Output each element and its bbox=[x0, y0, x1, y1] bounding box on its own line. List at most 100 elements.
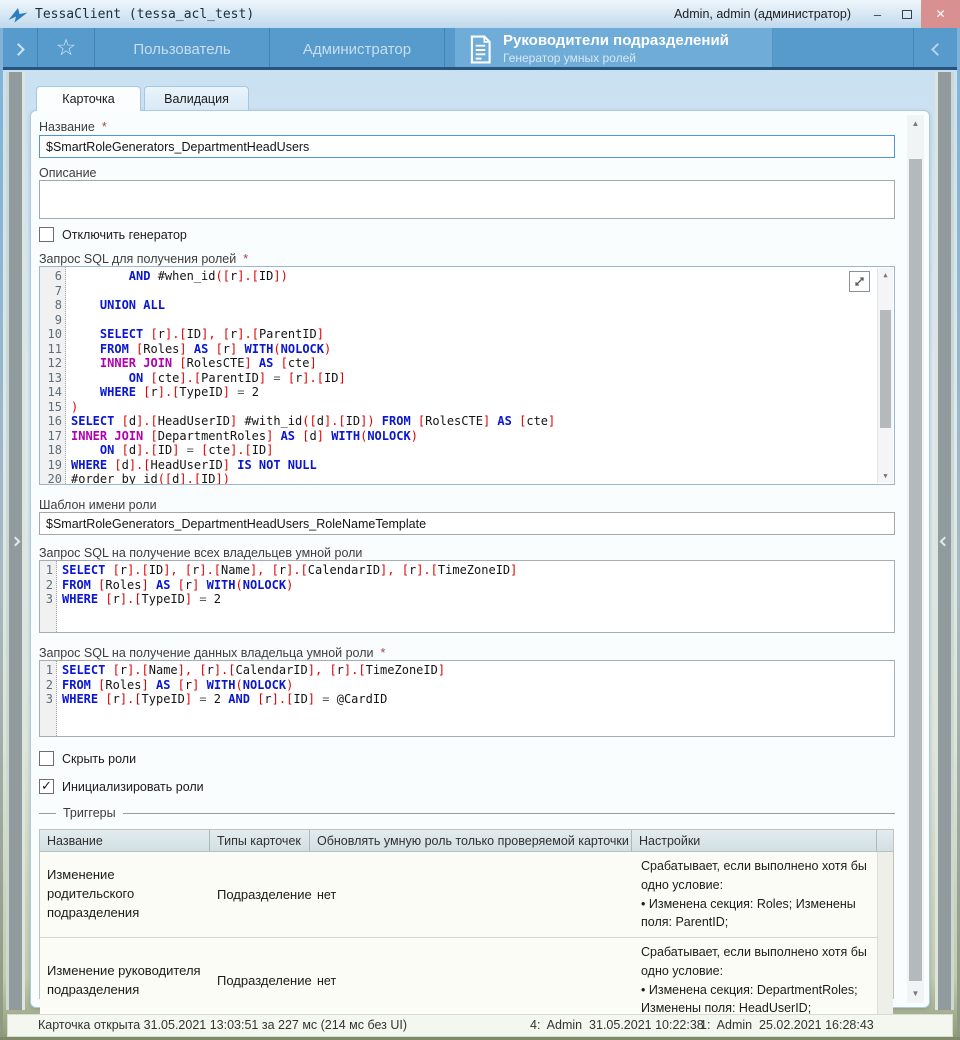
init-roles-row[interactable]: ✓ Инициализировать роли bbox=[39, 779, 204, 794]
role-name-template-label: Шаблон имени роли bbox=[39, 498, 157, 512]
name-input[interactable] bbox=[39, 135, 895, 158]
scroll-up-icon[interactable]: ▲ bbox=[907, 117, 924, 131]
title-bar: TessaClient (tessa_acl_test) Admin, admi… bbox=[0, 0, 960, 28]
groupbox-line bbox=[123, 813, 895, 814]
disable-generator-checkbox[interactable]: ✓ bbox=[39, 227, 54, 242]
table-scrollbar[interactable]: ▼ bbox=[877, 852, 893, 1023]
scroll-down-icon[interactable]: ▼ bbox=[878, 470, 893, 482]
tab-card[interactable]: Карточка bbox=[36, 86, 141, 111]
navigation-bar: ☆ Пользователь Администратор Руководител… bbox=[0, 28, 960, 70]
chevron-left-icon bbox=[940, 536, 950, 546]
name-label: Название* bbox=[39, 120, 107, 134]
triggers-groupbox-header: Триггеры bbox=[39, 806, 895, 820]
close-button[interactable]: ✕ bbox=[921, 0, 960, 28]
scroll-up-icon[interactable]: ▲ bbox=[878, 269, 893, 281]
card-panel: Название* Описание ✓ Отключить генератор… bbox=[30, 110, 930, 1008]
triggers-group-label: Триггеры bbox=[63, 806, 116, 820]
navbar-filler bbox=[773, 28, 914, 70]
editor-scrollbar[interactable]: ▲ ▼ bbox=[877, 268, 893, 483]
maximize-button[interactable] bbox=[892, 0, 921, 28]
line-number-gutter: 67891011121314151617181920 bbox=[40, 267, 66, 484]
check-icon: ✓ bbox=[41, 778, 52, 794]
status-bar: Карточка открыта 31.05.2021 13:03:51 за … bbox=[7, 1014, 953, 1037]
nav-active-title: Руководители подразделений bbox=[503, 32, 729, 51]
minimize-button[interactable]: – bbox=[863, 0, 892, 28]
trigger-card-types-cell: Подразделение bbox=[210, 938, 310, 1023]
page-scrollbar[interactable]: ▲ ▼ bbox=[907, 115, 924, 1003]
status-card-opened: Карточка открыта 31.05.2021 13:03:51 за … bbox=[38, 1018, 407, 1032]
line-number-gutter: 123 bbox=[40, 561, 57, 632]
current-user-info[interactable]: Admin, admin (администратор) bbox=[674, 7, 851, 21]
chevron-right-icon bbox=[11, 536, 21, 546]
page-scrollbar-thumb[interactable] bbox=[909, 159, 922, 981]
nav-tab-admin[interactable]: Администратор bbox=[270, 28, 445, 70]
nav-forward-button[interactable] bbox=[914, 28, 960, 70]
column-header-card-types[interactable]: Типы карточек bbox=[210, 830, 310, 851]
window-frame-left bbox=[0, 28, 3, 1040]
trigger-update-only-cell: нет bbox=[310, 852, 632, 937]
init-roles-checkbox[interactable]: ✓ bbox=[39, 779, 54, 794]
nav-tab-active[interactable]: Руководители подразделений Генератор умн… bbox=[455, 28, 773, 70]
owner-data-sql-label: Запрос SQL на получение данных владельца… bbox=[39, 646, 385, 660]
triggers-table-body: Изменение родительского подразделения По… bbox=[40, 852, 877, 1023]
trigger-name-cell: Изменение руководителя подразделения bbox=[40, 938, 210, 1023]
sql-code-area[interactable]: SELECT [r].[ID], [r].[Name], [r].[Calend… bbox=[57, 561, 894, 632]
sql-code-area[interactable]: SELECT [r].[Name], [r].[CalendarID], [r]… bbox=[57, 661, 894, 736]
editor-scrollbar-thumb[interactable] bbox=[880, 310, 891, 428]
column-header-name[interactable]: Название bbox=[40, 830, 210, 851]
scroll-down-icon[interactable]: ▼ bbox=[907, 987, 924, 1001]
document-icon bbox=[469, 35, 492, 64]
trigger-name-cell: Изменение родительского подразделения bbox=[40, 852, 210, 937]
nav-tab-user[interactable]: Пользователь bbox=[95, 28, 270, 70]
description-textarea[interactable] bbox=[39, 180, 895, 219]
roles-sql-label: Запрос SQL для получения ролей* bbox=[39, 252, 248, 266]
chevron-right-icon bbox=[12, 43, 25, 56]
app-window: TessaClient (tessa_acl_test) Admin, admi… bbox=[0, 0, 960, 1040]
hide-roles-row[interactable]: ✓ Скрыть роли bbox=[39, 751, 136, 766]
right-panel-toggle[interactable] bbox=[935, 72, 954, 1010]
triggers-table-header: Название Типы карточек Обновлять умную р… bbox=[40, 830, 893, 852]
sql-code-area[interactable]: AND #when_id([r].[ID]) UNION ALL SELECT … bbox=[66, 267, 894, 484]
line-number-gutter: 123 bbox=[40, 661, 57, 736]
trigger-settings-cell: Срабатывает, если выполнено хотя бы одно… bbox=[632, 938, 877, 1023]
tab-validation[interactable]: Валидация bbox=[144, 86, 249, 110]
owners-sql-editor[interactable]: 123 SELECT [r].[ID], [r].[Name], [r].[Ca… bbox=[39, 560, 895, 633]
nav-back-button[interactable] bbox=[0, 28, 38, 70]
groupbox-line bbox=[39, 813, 56, 814]
triggers-table: Название Типы карточек Обновлять умную р… bbox=[39, 829, 894, 999]
column-header-spacer bbox=[877, 830, 893, 851]
triggers-table-body-wrap: Изменение родительского подразделения По… bbox=[40, 852, 893, 1023]
required-mark: * bbox=[243, 252, 248, 266]
nav-active-subtitle: Генератор умных ролей bbox=[503, 51, 729, 66]
left-panel-toggle[interactable] bbox=[6, 72, 25, 1010]
trigger-card-types-cell: Подразделение bbox=[210, 852, 310, 937]
nav-active-text: Руководители подразделений Генератор умн… bbox=[503, 32, 729, 66]
disable-generator-row[interactable]: ✓ Отключить генератор bbox=[39, 227, 187, 242]
hide-roles-checkbox[interactable]: ✓ bbox=[39, 751, 54, 766]
favorites-button[interactable]: ☆ bbox=[38, 28, 95, 70]
status-modified: 4: Admin 31.05.2021 10:22:38 bbox=[530, 1018, 704, 1032]
chevron-left-icon bbox=[931, 43, 944, 56]
hide-roles-label: Скрыть роли bbox=[62, 752, 136, 766]
disable-generator-label: Отключить генератор bbox=[62, 228, 187, 242]
roles-sql-editor[interactable]: 67891011121314151617181920 AND #when_id(… bbox=[39, 266, 895, 485]
column-header-settings[interactable]: Настройки bbox=[632, 830, 877, 851]
trigger-update-only-cell: нет bbox=[310, 938, 632, 1023]
table-row[interactable]: Изменение руководителя подразделения Под… bbox=[40, 938, 877, 1023]
role-name-template-input[interactable] bbox=[39, 512, 895, 535]
init-roles-label: Инициализировать роли bbox=[62, 780, 204, 794]
maximize-icon bbox=[902, 10, 912, 19]
tessa-logo-icon bbox=[8, 6, 28, 24]
column-header-update-only[interactable]: Обновлять умную роль только проверяемой … bbox=[310, 830, 632, 851]
description-label: Описание bbox=[39, 166, 97, 180]
owner-data-sql-editor[interactable]: 123 SELECT [r].[Name], [r].[CalendarID],… bbox=[39, 660, 895, 737]
card-tabstrip: Карточка Валидация bbox=[36, 86, 252, 111]
window-title: TessaClient (tessa_acl_test) bbox=[35, 7, 254, 22]
trigger-settings-cell: Срабатывает, если выполнено хотя бы одно… bbox=[632, 852, 877, 937]
expand-editor-button[interactable] bbox=[849, 271, 870, 292]
status-created: 1: Admin 25.02.2021 16:28:43 bbox=[700, 1018, 874, 1032]
required-mark: * bbox=[381, 646, 386, 660]
expand-icon bbox=[853, 275, 866, 288]
table-row[interactable]: Изменение родительского подразделения По… bbox=[40, 852, 877, 938]
owners-sql-label: Запрос SQL на получение всех владельцев … bbox=[39, 546, 362, 560]
